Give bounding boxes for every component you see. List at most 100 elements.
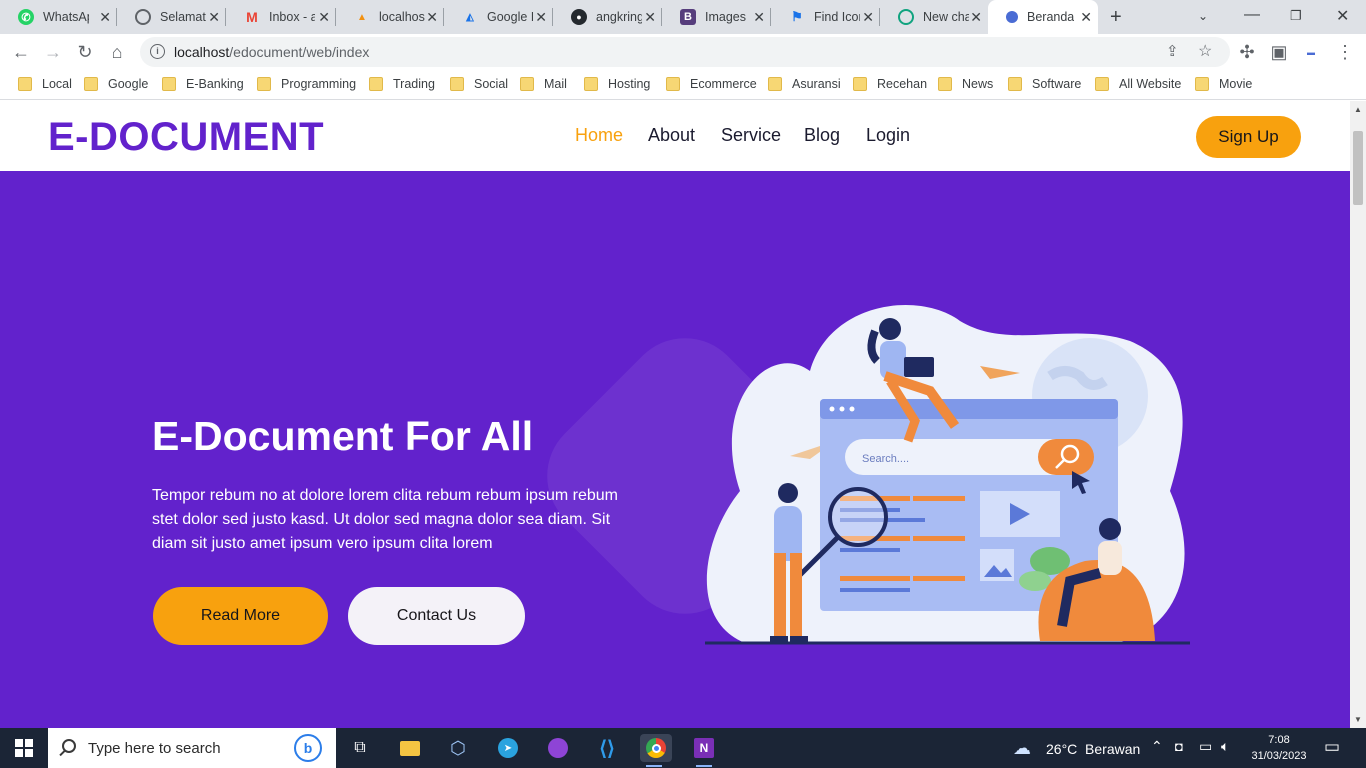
nav-about[interactable]: About — [648, 125, 695, 146]
bookmark-google[interactable]: Google — [84, 77, 148, 91]
close-tab-icon[interactable]: ✕ — [99, 9, 111, 26]
nav-login[interactable]: Login — [866, 125, 910, 146]
tab-github[interactable]: ● angkring ✕ — [553, 0, 662, 34]
menu-icon[interactable]: ⋮ — [1334, 41, 1356, 63]
new-tab-button[interactable]: + — [1110, 6, 1122, 29]
forward-button[interactable]: → — [42, 41, 64, 63]
bookmark-news[interactable]: News — [938, 77, 993, 91]
close-window-button[interactable]: ✕ — [1336, 6, 1349, 26]
taskbar-search-box[interactable]: Type here to search b — [48, 728, 336, 768]
volume-icon[interactable]: 🔈︎ — [1221, 738, 1229, 755]
close-tab-icon[interactable]: ✕ — [1080, 9, 1092, 26]
google-drive-icon: ◭ — [466, 11, 474, 23]
taskbar-search-placeholder: Type here to search — [88, 740, 221, 757]
telegram-icon[interactable]: ➤ — [494, 734, 522, 762]
bookmark-social[interactable]: Social — [450, 77, 508, 91]
tab-images[interactable]: B Images ✕ — [662, 0, 771, 34]
close-tab-icon[interactable]: ✕ — [753, 9, 765, 26]
vscode-icon[interactable]: ⟨⟩ — [593, 734, 621, 762]
close-tab-icon[interactable]: ✕ — [970, 9, 982, 26]
bookmark-movie[interactable]: Movie — [1195, 77, 1252, 91]
tab-whatsapp[interactable]: ✆ WhatsApp ✕ — [0, 0, 117, 34]
bookmark-programming[interactable]: Programming — [257, 77, 356, 91]
read-more-button[interactable]: Read More — [153, 587, 328, 645]
taskbar-clock[interactable]: 7:08 31/03/2023 — [1244, 732, 1314, 764]
meet-now-icon[interactable]: ◘ — [1175, 739, 1183, 754]
reload-button[interactable]: ↻ — [74, 41, 96, 63]
notifications-icon[interactable]: ▭ — [1324, 737, 1340, 757]
sign-up-button[interactable]: Sign Up — [1196, 116, 1301, 158]
bookmark-local[interactable]: Local — [18, 77, 72, 91]
search-icon — [62, 739, 76, 753]
close-tab-icon[interactable]: ✕ — [862, 9, 874, 26]
bookmark-software[interactable]: Software — [1008, 77, 1081, 91]
tab-new-chat[interactable]: New cha ✕ — [880, 0, 988, 34]
folder-icon — [666, 77, 680, 91]
share-icon[interactable]: ⇪ — [1166, 42, 1179, 60]
url-text[interactable]: localhost/edocument/web/index — [174, 44, 369, 60]
contact-us-button[interactable]: Contact Us — [348, 587, 525, 645]
nav-blog[interactable]: Blog — [804, 125, 840, 146]
start-button[interactable] — [0, 728, 48, 768]
bookmark-trading[interactable]: Trading — [369, 77, 435, 91]
tab-gmail[interactable]: M Inbox - a ✕ — [226, 0, 336, 34]
chrome-icon[interactable] — [640, 734, 672, 767]
weather-cloud-icon[interactable]: ☁ — [1013, 738, 1031, 759]
file-explorer-icon[interactable] — [396, 734, 424, 762]
folder-icon — [18, 77, 32, 91]
back-button[interactable]: ← — [10, 41, 32, 63]
close-tab-icon[interactable]: ✕ — [318, 9, 330, 26]
tab-search-chevron-down-icon[interactable]: ⌄ — [1198, 9, 1208, 23]
close-tab-icon[interactable]: ✕ — [535, 9, 547, 26]
network-icon[interactable]: ▭ — [1199, 738, 1212, 755]
scrollbar-thumb[interactable] — [1353, 131, 1363, 205]
bookmark-ecommerce[interactable]: Ecommerce — [666, 77, 757, 91]
page-scrollbar[interactable]: ▲ ▼ — [1350, 101, 1366, 728]
bookmark-mail[interactable]: Mail — [520, 77, 567, 91]
tray-chevron-up-icon[interactable]: ⌃ — [1151, 738, 1163, 755]
minimize-button[interactable]: — — [1244, 6, 1260, 24]
scroll-up-arrow-icon[interactable]: ▲ — [1354, 105, 1362, 114]
hero-description: Tempor rebum no at dolore lorem clita re… — [152, 487, 618, 552]
folder-icon — [853, 77, 867, 91]
illustration-search-text: Search.... — [862, 453, 909, 465]
folder-icon — [768, 77, 782, 91]
close-tab-icon[interactable]: ✕ — [644, 9, 656, 26]
github-desktop-icon[interactable] — [544, 734, 572, 762]
tab-selamat[interactable]: Selamat ✕ — [117, 0, 226, 34]
close-tab-icon[interactable]: ✕ — [208, 9, 220, 26]
close-tab-icon[interactable]: ✕ — [426, 9, 438, 26]
bookmark-hosting[interactable]: Hosting — [584, 77, 650, 91]
tab-localhost[interactable]: ▲ localhost ✕ — [336, 0, 444, 34]
bootstrap-icon: B — [680, 9, 696, 25]
profile-avatar[interactable]: ▬ — [1300, 41, 1322, 63]
site-info-icon[interactable]: i — [150, 44, 165, 59]
bookmark-recehan[interactable]: Recehan — [853, 77, 927, 91]
whatsapp-icon: ✆ — [18, 9, 34, 25]
chatgpt-icon — [898, 9, 914, 25]
nav-service[interactable]: Service — [721, 125, 781, 146]
site-logo[interactable]: E-DOCUMENT — [48, 115, 324, 160]
address-bar[interactable]: i localhost/edocument/web/index ⇪ ☆ — [140, 37, 1230, 67]
hero-section: E-Document For All Tempor rebum no at do… — [0, 171, 1350, 728]
home-button[interactable]: ⌂ — [106, 41, 128, 63]
task-view-icon[interactable]: ⧉ — [346, 734, 374, 762]
virtualbox-icon[interactable]: ⬡ — [444, 734, 472, 762]
bookmark-all-website[interactable]: All Website — [1095, 77, 1181, 91]
tab-google-drive[interactable]: ◭ Google I ✕ — [444, 0, 553, 34]
onenote-icon[interactable]: N — [690, 734, 718, 767]
bookmark-e-banking[interactable]: E-Banking — [162, 77, 244, 91]
weather-text[interactable]: 26°C Berawan — [1046, 741, 1140, 757]
tab-beranda[interactable]: Beranda ✕ — [988, 0, 1098, 34]
gmail-icon: M — [246, 9, 258, 25]
tab-find-icon[interactable]: ⚑ Find Icon ✕ — [771, 0, 880, 34]
restore-button[interactable]: ❐ — [1290, 8, 1302, 24]
bookmark-asuransi[interactable]: Asuransi — [768, 77, 841, 91]
bookmark-star-icon[interactable]: ☆ — [1198, 41, 1212, 61]
hero-illustration: Search.... — [705, 305, 1190, 645]
nav-home[interactable]: Home — [575, 125, 623, 146]
scroll-down-arrow-icon[interactable]: ▼ — [1354, 715, 1362, 724]
extensions-icon[interactable]: ✣ — [1236, 41, 1258, 63]
side-panel-icon[interactable]: ▣ — [1268, 41, 1290, 63]
bing-icon[interactable]: b — [294, 734, 322, 762]
